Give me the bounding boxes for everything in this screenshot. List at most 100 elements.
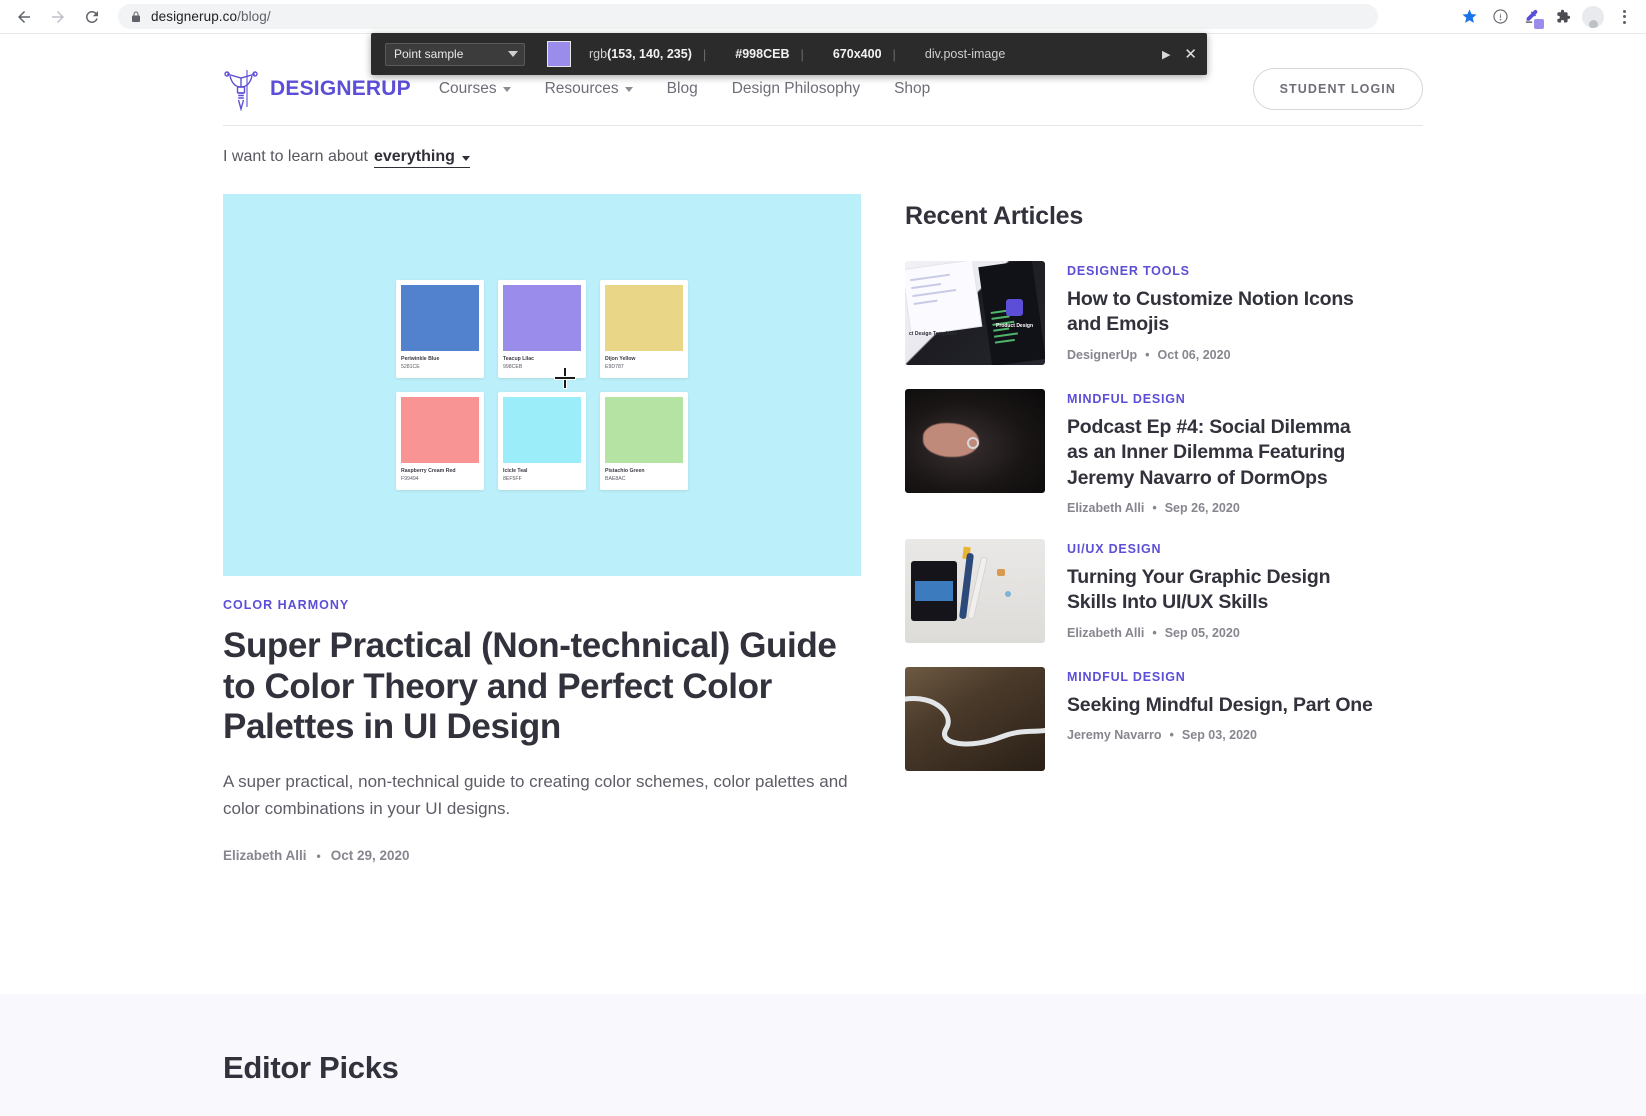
- element-selector: div.post-image: [924, 47, 1006, 61]
- article-title[interactable]: How to Customize Notion Icons and Emojis: [1067, 287, 1375, 338]
- article-meta: Elizabeth Alli • Sep 05, 2020: [1067, 626, 1375, 640]
- featured-post-category[interactable]: COLOR HARMONY: [223, 598, 861, 612]
- swatch-color: [503, 397, 581, 463]
- publish-date: Sep 05, 2020: [1164, 625, 1240, 640]
- article-category[interactable]: DESIGNER TOOLS: [1067, 264, 1375, 278]
- puzzle-piece-icon: [1556, 9, 1570, 23]
- eyedropper-button[interactable]: [1517, 3, 1545, 31]
- article-meta: Jeremy Navarro • Sep 03, 2020: [1067, 728, 1375, 742]
- featured-post-title[interactable]: Super Practical (Non-technical) Guide to…: [223, 626, 861, 748]
- article-title[interactable]: Seeking Mindful Design, Part One: [1067, 693, 1375, 718]
- hex-value: #998CEB: [735, 47, 790, 61]
- article-category[interactable]: MINDFUL DESIGN: [1067, 670, 1375, 684]
- swatch-card: Icicle Teal 8EF5FF: [498, 392, 586, 490]
- address-bar[interactable]: designerup.co/blog/: [118, 4, 1378, 29]
- featured-post[interactable]: Periwinkle Blue 5281CE Teacup Lilac 998C…: [223, 194, 861, 863]
- featured-post-image: Periwinkle Blue 5281CE Teacup Lilac 998C…: [223, 194, 861, 576]
- nav-label: Design Philosophy: [731, 79, 861, 97]
- toolbar-actions: [1455, 3, 1646, 31]
- list-item[interactable]: MINDFUL DESIGN Podcast Ep #4: Social Dil…: [905, 389, 1375, 515]
- article-meta: DesignerUp • Oct 06, 2020: [1067, 348, 1375, 362]
- swatch-name: Icicle Teal: [503, 468, 528, 474]
- sample-mode-select[interactable]: Point sample: [385, 42, 525, 66]
- meta-separator: •: [1145, 347, 1150, 362]
- content-grid: Periwinkle Blue 5281CE Teacup Lilac 998C…: [223, 194, 1423, 863]
- meta-separator: •: [1152, 501, 1157, 516]
- info-circle-icon: [1492, 9, 1508, 24]
- eyedropper-controls: ▶ ✕: [1162, 47, 1197, 62]
- reload-button[interactable]: [76, 1, 108, 33]
- recent-articles-sidebar: Recent Articles ct Design Templates Prod…: [905, 194, 1375, 863]
- list-item[interactable]: ct Design Templates Product Design DESIG…: [905, 261, 1375, 365]
- field-separator: |: [800, 46, 804, 62]
- rgb-value: rgb(153, 140, 235): [589, 47, 692, 61]
- chevron-down-icon: [461, 155, 470, 161]
- forward-button[interactable]: [42, 1, 74, 33]
- sidebar-heading: Recent Articles: [905, 202, 1084, 230]
- editor-picks-section: Editor Picks: [0, 994, 1646, 1116]
- author-name: Jeremy Navarro: [1067, 728, 1162, 743]
- list-item[interactable]: MINDFUL DESIGN Seeking Mindful Design, P…: [905, 667, 1375, 772]
- article-thumbnail: [905, 667, 1045, 772]
- nav-item-courses[interactable]: Courses: [439, 80, 511, 98]
- nav-item-design-philosophy[interactable]: Design Philosophy: [732, 80, 860, 98]
- profile-button[interactable]: [1579, 3, 1607, 31]
- article-body: DESIGNER TOOLS How to Customize Notion I…: [1067, 261, 1375, 365]
- author-name: Elizabeth Alli: [1067, 625, 1145, 640]
- chevron-down-icon: [502, 87, 511, 92]
- article-category[interactable]: UI/UX DESIGN: [1067, 542, 1375, 556]
- picks-container: Editor Picks: [223, 994, 1423, 1086]
- back-arrow-icon: [18, 10, 30, 23]
- sample-mode-value: Point sample: [394, 47, 464, 61]
- article-title[interactable]: Podcast Ep #4: Social Dilemma as an Inne…: [1067, 415, 1375, 491]
- article-body: MINDFUL DESIGN Podcast Ep #4: Social Dil…: [1067, 389, 1375, 515]
- learn-filter-select[interactable]: everything: [373, 148, 470, 168]
- nav-item-resources[interactable]: Resources: [545, 80, 633, 98]
- thumbnail-caption-2: Product Design: [996, 323, 1033, 329]
- article-body: UI/UX DESIGN Turning Your Graphic Design…: [1067, 539, 1375, 643]
- publish-date: Oct 06, 2020: [1157, 347, 1231, 362]
- field-separator: |: [702, 46, 707, 62]
- article-category[interactable]: MINDFUL DESIGN: [1067, 392, 1375, 406]
- article-thumbnail: [905, 539, 1045, 644]
- article-thumbnail: [905, 389, 1045, 493]
- swatch-name: Raspberry Cream Red: [401, 468, 456, 474]
- page-container: DESIGNERUP Courses Resources Blog Design…: [223, 34, 1423, 863]
- author-name: Elizabeth Alli: [1067, 501, 1145, 516]
- url-domain: designerup.co: [151, 9, 238, 24]
- lock-icon: [130, 11, 142, 23]
- reload-icon: [85, 10, 98, 23]
- list-item[interactable]: UI/UX DESIGN Turning Your Graphic Design…: [905, 539, 1375, 644]
- eyedropper-color-badge: [1534, 18, 1544, 29]
- avatar-icon: [1582, 5, 1604, 28]
- back-button[interactable]: [8, 1, 40, 33]
- color-swatch-grid: Periwinkle Blue 5281CE Teacup Lilac 998C…: [396, 280, 688, 490]
- star-icon: [1461, 9, 1477, 23]
- learn-filter-prefix: I want to learn about: [223, 148, 368, 165]
- url-path: /blog/: [237, 9, 271, 24]
- swatch-name: Pistachio Green: [605, 468, 645, 474]
- editor-picks-heading: Editor Picks: [223, 1050, 399, 1085]
- extensions-button[interactable]: [1548, 3, 1576, 31]
- eyedropper-toolbar[interactable]: Point sample rgb(153, 140, 235) | #998CE…: [371, 33, 1207, 75]
- chevron-down-icon: [624, 87, 633, 92]
- swatch-color: [503, 285, 581, 351]
- webpage: DESIGNERUP Courses Resources Blog Design…: [0, 34, 1646, 1116]
- bookmark-star-button[interactable]: [1455, 3, 1483, 31]
- chevron-down-icon: [508, 51, 518, 57]
- learn-filter-row: I want to learn about everything: [223, 126, 1423, 194]
- nav-item-shop[interactable]: Shop: [894, 80, 930, 98]
- swatch-color: [605, 397, 683, 463]
- picked-color-swatch: [547, 41, 571, 67]
- featured-post-excerpt: A super practical, non-technical guide t…: [223, 771, 848, 818]
- play-triangle-icon[interactable]: ▶: [1162, 48, 1170, 61]
- pen-nib-icon: [224, 69, 258, 111]
- close-x-icon[interactable]: ✕: [1184, 47, 1197, 62]
- article-title[interactable]: Turning Your Graphic Design Skills Into …: [1067, 565, 1375, 616]
- browser-menu-button[interactable]: [1610, 3, 1638, 31]
- student-login-button[interactable]: STUDENT LOGIN: [1252, 67, 1423, 110]
- url-text: designerup.co/blog/: [151, 9, 271, 24]
- info-button[interactable]: [1486, 3, 1514, 31]
- nav-item-blog[interactable]: Blog: [667, 80, 698, 98]
- publish-date: Sep 26, 2020: [1164, 501, 1240, 516]
